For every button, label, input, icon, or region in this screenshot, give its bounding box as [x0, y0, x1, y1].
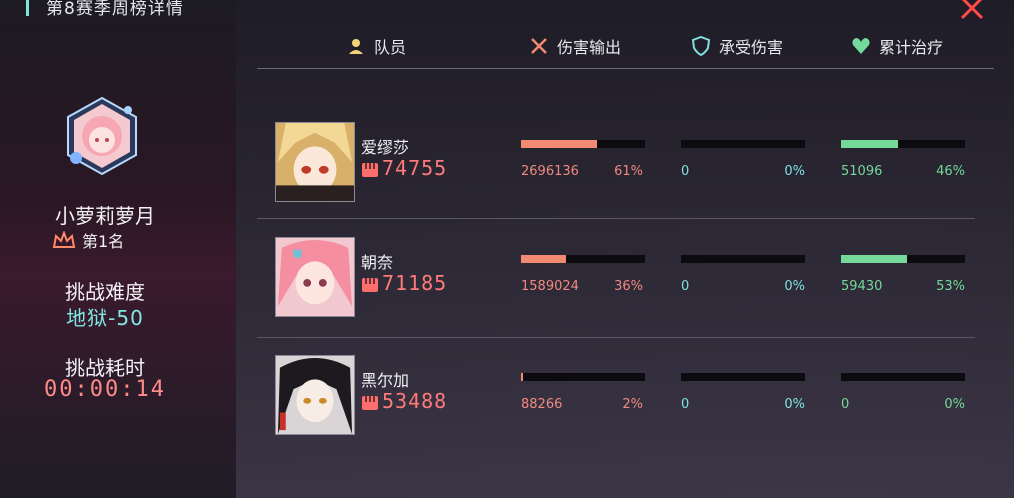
- taken-bar: [681, 140, 805, 148]
- heal-bar: [841, 255, 965, 263]
- column-heal: 累计治疗: [851, 34, 943, 58]
- member-power: 74755: [382, 156, 448, 180]
- column-member-label: 队员: [374, 38, 407, 57]
- damage-bar: [521, 140, 645, 148]
- taken-value: 0: [681, 279, 690, 294]
- fist-icon: [362, 396, 378, 410]
- damage-bar: [521, 373, 645, 381]
- header-divider: [257, 68, 994, 69]
- close-icon: [960, 0, 984, 20]
- damage-percent: 61%: [614, 164, 643, 179]
- taken-value: 0: [681, 397, 690, 412]
- column-damage: 伤害输出: [529, 34, 621, 58]
- column-damage-label: 伤害输出: [557, 38, 622, 57]
- column-taken: 承受伤害: [691, 34, 783, 58]
- member-power: 53488: [382, 389, 448, 413]
- member-name: 爱缪莎: [361, 138, 410, 157]
- heal-percent: 0%: [944, 397, 965, 412]
- column-heal-label: 累计治疗: [879, 38, 944, 57]
- member-portrait: [275, 355, 355, 435]
- table-row: 朝奈 71185 1589024 36% 0 0% 59430 53%: [0, 237, 1014, 317]
- heal-bar: [841, 140, 965, 148]
- fist-icon: [362, 163, 378, 177]
- heal-percent: 46%: [936, 164, 965, 179]
- title-accent: [26, 0, 29, 16]
- heal-bar: [841, 373, 965, 381]
- shield-icon: [691, 36, 711, 56]
- row-divider: [257, 218, 975, 219]
- heal-percent: 53%: [936, 279, 965, 294]
- table-row: 黑尔加 53488 88266 2% 0 0% 0 0%: [0, 355, 1014, 435]
- member-power: 71185: [382, 271, 448, 295]
- member-portrait: [275, 122, 355, 202]
- damage-value: 1589024: [521, 279, 579, 294]
- row-divider: [257, 337, 975, 338]
- column-member: 队员: [346, 34, 406, 58]
- heal-value: 59430: [841, 279, 883, 294]
- page-title: 第8赛季周榜详情: [46, 0, 184, 19]
- player-name: 小萝莉萝月: [55, 204, 155, 228]
- damage-bar: [521, 255, 645, 263]
- damage-value: 2696136: [521, 164, 579, 179]
- swords-icon: [531, 38, 547, 54]
- taken-bar: [681, 255, 805, 263]
- damage-value: 88266: [521, 397, 563, 412]
- member-portrait: [275, 237, 355, 317]
- member-name: 黑尔加: [361, 371, 410, 390]
- close-button[interactable]: [958, 0, 986, 20]
- member-name: 朝奈: [361, 253, 394, 272]
- taken-percent: 0%: [784, 397, 805, 412]
- taken-value: 0: [681, 164, 690, 179]
- taken-percent: 0%: [784, 164, 805, 179]
- heal-value: 51096: [841, 164, 883, 179]
- column-taken-label: 承受伤害: [719, 38, 784, 57]
- taken-bar: [681, 373, 805, 381]
- damage-percent: 36%: [614, 279, 643, 294]
- heart-icon: [852, 38, 870, 54]
- heal-value: 0: [841, 397, 850, 412]
- member-icon: [349, 39, 363, 54]
- taken-percent: 0%: [784, 279, 805, 294]
- fist-icon: [362, 278, 378, 292]
- damage-percent: 2%: [622, 397, 643, 412]
- table-row: 爱缪莎 74755 2696136 61% 0 0% 51096 46%: [0, 122, 1014, 202]
